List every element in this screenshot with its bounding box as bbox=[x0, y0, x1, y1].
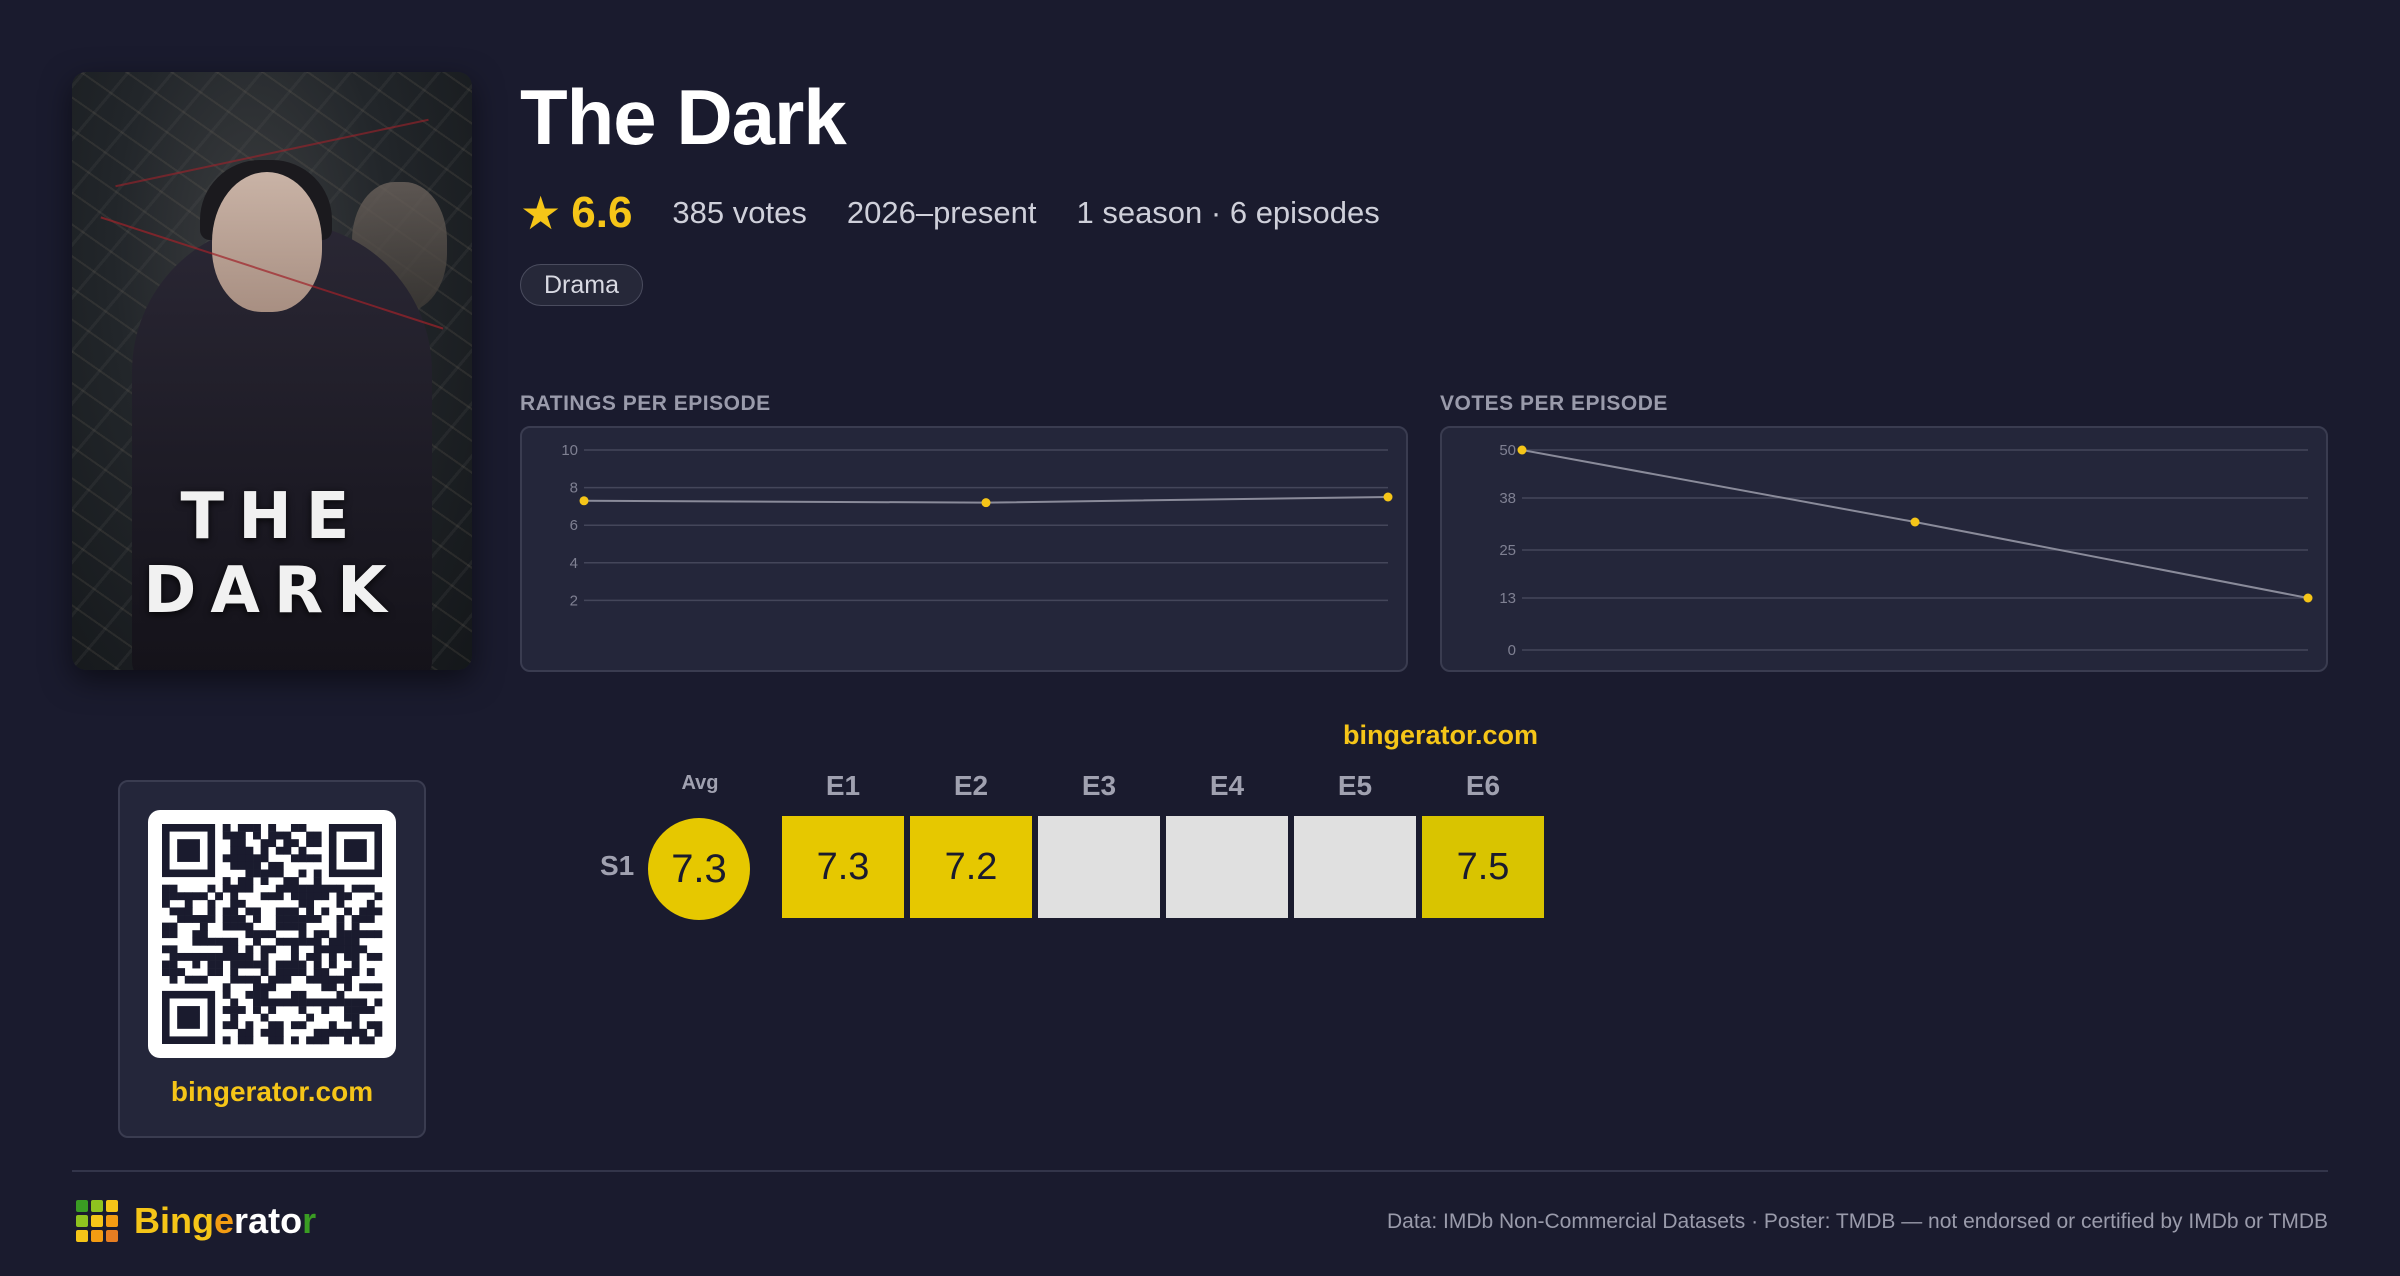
y-tick-label: 6 bbox=[570, 517, 578, 534]
data-point[interactable] bbox=[1517, 445, 1527, 455]
year-range: 2026–present bbox=[846, 195, 1037, 230]
y-tick-label: 0 bbox=[1508, 642, 1516, 659]
qr-code-image bbox=[162, 824, 383, 1045]
avg-header: Avg bbox=[681, 772, 719, 794]
y-tick-label: 25 bbox=[1499, 542, 1516, 559]
show-meta: ★ 6.6 385 votes 2026–present 1 season · … bbox=[520, 186, 1380, 240]
ratings-chart-label: RATINGS PER EPISODE bbox=[520, 392, 771, 415]
votes-chart-svg: 0 13 25 38 50 bbox=[1499, 442, 2313, 659]
episode-rating-cell-empty[interactable] bbox=[1038, 816, 1160, 918]
season-average: 7.3 bbox=[648, 818, 750, 920]
episode-header: E3 bbox=[1081, 770, 1117, 801]
y-tick-label: 13 bbox=[1499, 590, 1516, 607]
y-tick-label: 8 bbox=[570, 480, 578, 497]
qr-link-text[interactable]: bingerator.com bbox=[120, 1076, 424, 1108]
rating-value: 6.6 bbox=[571, 188, 633, 237]
data-point[interactable] bbox=[1383, 492, 1393, 502]
y-tick-label: 2 bbox=[570, 592, 578, 609]
episode-header: E2 bbox=[953, 770, 989, 801]
episode-rating-cell[interactable]: 7.3 bbox=[782, 816, 904, 918]
footer-divider bbox=[72, 1170, 2328, 1172]
data-attribution: Data: IMDb Non-Commercial Datasets · Pos… bbox=[1386, 1210, 2328, 1233]
season-episode-count: 1 season · 6 episodes bbox=[1076, 195, 1380, 230]
watermark[interactable]: bingerator.com bbox=[1343, 720, 1538, 751]
episode-header: E4 bbox=[1209, 770, 1245, 801]
episode-rating-cell[interactable]: 7.2 bbox=[910, 816, 1032, 918]
y-tick-label: 50 bbox=[1499, 442, 1516, 459]
qr-card[interactable]: bingerator.com bbox=[118, 780, 426, 1138]
qr-code[interactable] bbox=[148, 810, 396, 1058]
ratings-chart-svg: 2 4 6 8 10 bbox=[561, 442, 1393, 609]
episode-rating-cell[interactable]: 7.5 bbox=[1422, 816, 1544, 918]
star-icon: ★ bbox=[520, 187, 562, 239]
grid-logo-icon bbox=[76, 1200, 118, 1242]
show-title: The Dark bbox=[520, 73, 847, 161]
episode-header: E6 bbox=[1465, 770, 1501, 801]
episode-header: E5 bbox=[1337, 770, 1373, 801]
data-point[interactable] bbox=[579, 496, 589, 506]
episode-rating-cell-empty[interactable] bbox=[1294, 816, 1416, 918]
votes-chart: 0 13 25 38 50 bbox=[1440, 426, 2328, 672]
y-tick-label: 38 bbox=[1499, 490, 1516, 507]
poster-title: THE DARK bbox=[143, 480, 401, 628]
data-point[interactable] bbox=[2303, 593, 2313, 603]
episode-rating-cell-empty[interactable] bbox=[1166, 816, 1288, 918]
brand-name: Bingerator bbox=[134, 1200, 317, 1241]
episode-header: E1 bbox=[825, 770, 861, 801]
data-point[interactable] bbox=[1910, 517, 1920, 527]
y-tick-label: 4 bbox=[570, 555, 578, 572]
y-tick-label: 10 bbox=[561, 442, 578, 459]
votes-chart-label: VOTES PER EPISODE bbox=[1440, 392, 1668, 415]
vote-count: 385 votes bbox=[672, 195, 807, 230]
poster-face bbox=[212, 172, 322, 312]
genre-tag[interactable]: Drama bbox=[520, 264, 644, 306]
show-rating: ★ 6.6 bbox=[520, 186, 632, 240]
show-poster: THE DARK bbox=[72, 72, 472, 670]
season-label: S1 bbox=[600, 850, 635, 881]
brand-logo[interactable]: Bingerator bbox=[76, 1200, 316, 1242]
ratings-chart: 2 4 6 8 10 bbox=[520, 426, 1408, 672]
data-point[interactable] bbox=[981, 498, 991, 508]
